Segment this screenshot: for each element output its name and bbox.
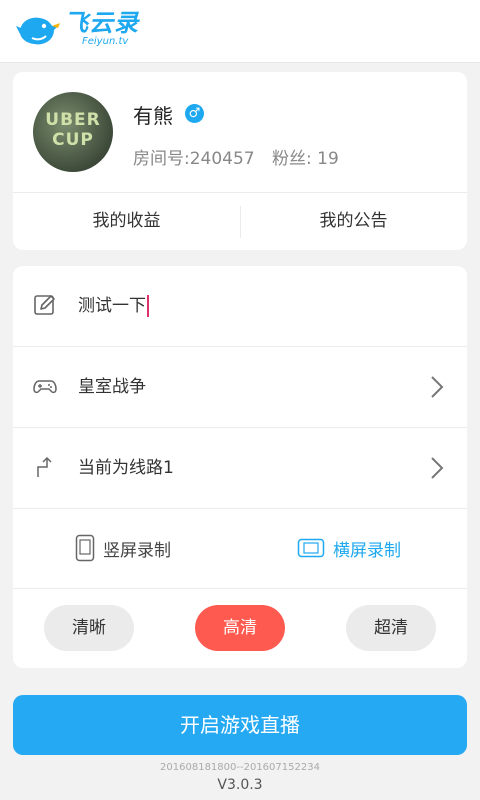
bird-logo-icon	[16, 17, 60, 45]
stream-title-value: 测试一下	[78, 296, 146, 316]
stream-title-input[interactable]: 测试一下	[78, 266, 149, 346]
live-settings-card: 测试一下 皇室战争 当前为线路1 竖屏录制 横屏录制 清晰 高清 超清	[13, 266, 467, 668]
profile-card: UBER CUP 有熊 ♂ 房间号:240457 粉丝: 19 我的收益 我的公…	[13, 72, 467, 250]
fans-count: 粉丝: 19	[272, 149, 339, 169]
portrait-phone-icon	[75, 534, 95, 562]
avatar-text-line1: UBER	[45, 110, 101, 130]
my-announcement-button[interactable]: 我的公告	[240, 193, 467, 250]
room-number: 房间号:240457	[133, 149, 255, 169]
portrait-record-option[interactable]: 竖屏录制	[75, 532, 171, 564]
game-select-row[interactable]: 皇室战争	[13, 347, 467, 428]
chevron-right-icon	[431, 457, 444, 479]
quality-row: 清晰 高清 超清	[13, 588, 467, 668]
route-arrow-icon	[37, 456, 52, 477]
landscape-record-label: 横屏录制	[333, 540, 401, 561]
logo-chinese-text: 飞云录	[64, 9, 139, 37]
quality-high-button[interactable]: 高清	[195, 605, 285, 651]
build-string: 201608181800--201607152234	[160, 762, 320, 773]
route-label: 当前为线路1	[78, 458, 174, 478]
quality-ultra-button[interactable]: 超清	[346, 605, 436, 651]
username: 有熊	[133, 104, 173, 128]
start-live-button[interactable]: 开启游戏直播	[13, 695, 467, 755]
game-name: 皇室战争	[78, 377, 146, 397]
orientation-row: 竖屏录制 横屏录制	[13, 508, 467, 589]
landscape-phone-icon	[297, 538, 325, 558]
route-select-row[interactable]: 当前为线路1	[13, 428, 467, 509]
edit-icon	[34, 295, 55, 315]
stream-title-row[interactable]: 测试一下	[13, 266, 467, 347]
logo-english-text: Feiyun.tv	[82, 36, 129, 47]
quality-standard-button[interactable]: 清晰	[44, 605, 134, 651]
chevron-right-icon	[431, 376, 444, 398]
landscape-record-option[interactable]: 横屏录制	[297, 532, 401, 564]
profile-stats: 房间号:240457 粉丝: 19	[133, 144, 351, 169]
portrait-record-label: 竖屏录制	[103, 540, 171, 561]
top-bar: 飞云录 Feiyun.tv	[0, 0, 480, 63]
text-caret	[147, 295, 149, 317]
male-gender-icon: ♂	[185, 104, 204, 123]
app-logo: 飞云录 Feiyun.tv	[14, 10, 139, 48]
avatar-text-line2: CUP	[52, 130, 94, 150]
gamepad-icon	[33, 380, 57, 394]
my-earnings-button[interactable]: 我的收益	[13, 193, 240, 250]
avatar[interactable]: UBER CUP	[33, 92, 113, 172]
app-version: V3.0.3	[217, 777, 263, 793]
